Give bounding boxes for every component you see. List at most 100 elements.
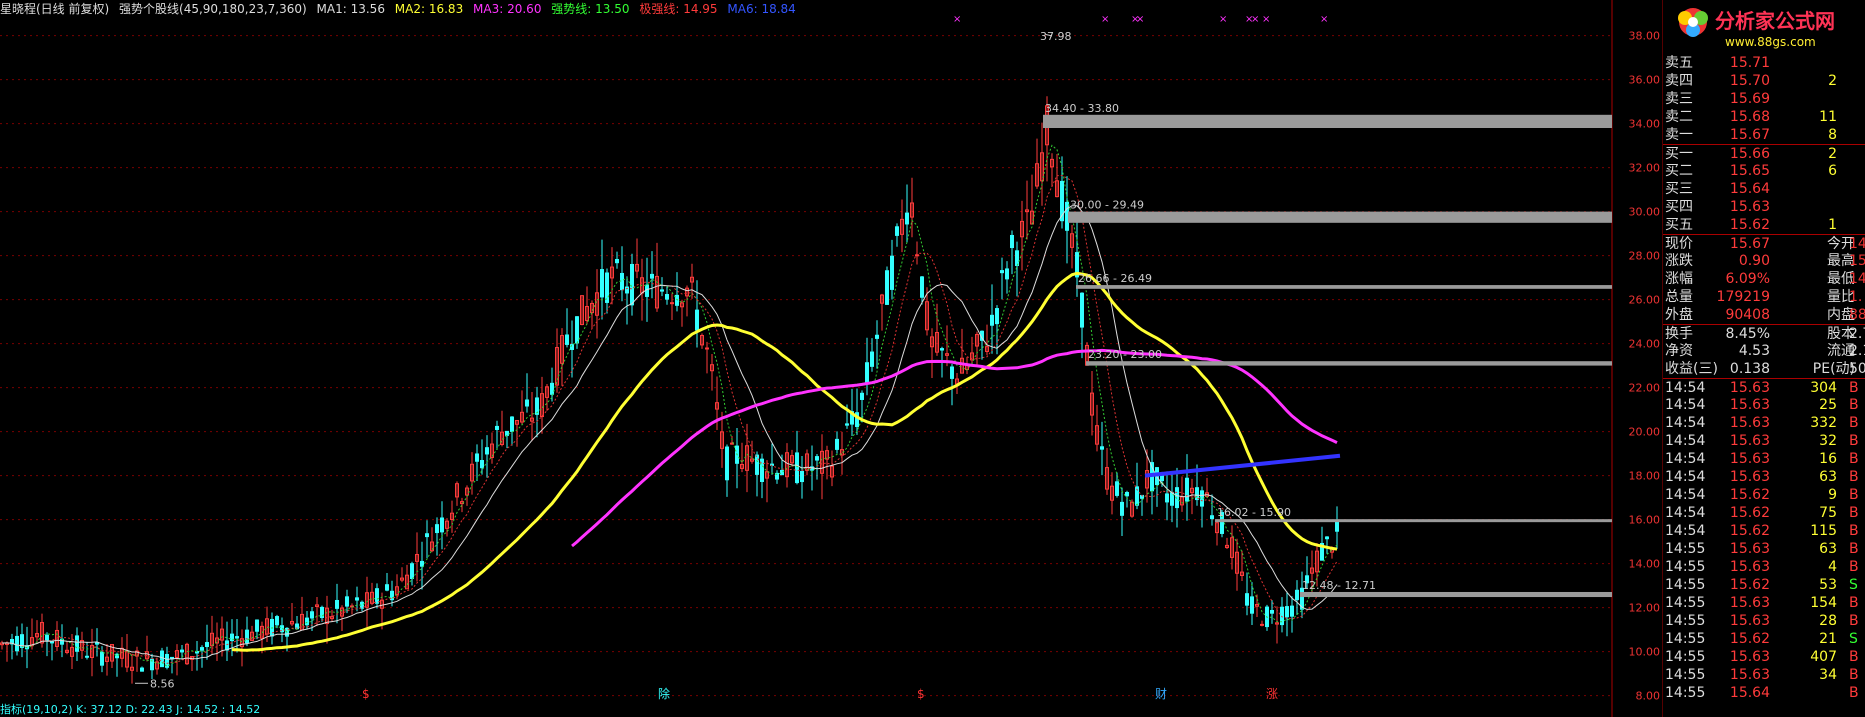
tick-row[interactable]: 14:54 15.62 75 B <box>1663 504 1865 522</box>
tick-row[interactable]: 14:54 15.63 32 B <box>1663 432 1865 450</box>
order-qty: 8 <box>1828 127 1837 143</box>
tick-volume: 154 <box>1810 595 1837 611</box>
tick-row[interactable]: 14:55 15.63 407 B <box>1663 648 1865 666</box>
order-label: 买一 <box>1665 146 1693 162</box>
order-label: 卖一 <box>1665 127 1693 143</box>
candle-body <box>885 270 889 305</box>
buy-order-row[interactable]: 买三 15.64 <box>1663 180 1865 198</box>
candle-body <box>660 289 664 292</box>
stat-value: 0.90 <box>1738 253 1770 269</box>
buy-order-row[interactable]: 买四 15.63 <box>1663 198 1865 216</box>
sell-order-row[interactable]: 卖三 15.69 <box>1663 90 1865 108</box>
tick-row[interactable]: 14:54 15.62 115 B <box>1663 522 1865 540</box>
tick-price: 15.63 <box>1729 451 1770 467</box>
candle-body <box>410 563 414 580</box>
tick-row[interactable]: 14:54 15.63 63 B <box>1663 468 1865 486</box>
stat-label-2: 量比 <box>1827 289 1855 305</box>
candle-body <box>1005 268 1009 280</box>
stat-row[interactable]: 总量 179219 量比 1. <box>1663 288 1865 306</box>
order-label: 买四 <box>1665 199 1693 215</box>
stat-label-2: 流通 <box>1827 343 1855 359</box>
buy-order-row[interactable]: 买一 15.66 2 <box>1663 144 1865 163</box>
buy-order-row[interactable]: 买五 15.62 1 <box>1663 216 1865 234</box>
candle-body <box>335 599 339 609</box>
tick-price: 15.63 <box>1729 415 1770 431</box>
candle-body <box>1335 520 1339 532</box>
tick-row[interactable]: 14:54 15.62 9 B <box>1663 486 1865 504</box>
tick-price: 15.62 <box>1729 523 1770 539</box>
tick-row[interactable]: 14:55 15.62 21 S <box>1663 630 1865 648</box>
tick-row[interactable]: 14:55 15.62 53 S <box>1663 576 1865 594</box>
stat-row[interactable]: 外盘 90408 内盘888 <box>1663 306 1865 324</box>
stat-row[interactable]: 涨幅 6.09% 最低14. <box>1663 270 1865 288</box>
candlestick-chart[interactable]: 38.00 36.00 34.00 32.00 30.00 28.00 26.00 24.00… <box>0 0 1663 717</box>
tick-price: 15.63 <box>1729 613 1770 629</box>
order-price: 15.70 <box>1729 73 1770 89</box>
order-label: 卖五 <box>1665 55 1693 71</box>
candle-body <box>160 650 164 668</box>
buy-order-row[interactable]: 买二 15.65 6 <box>1663 162 1865 180</box>
tick-row[interactable]: 14:55 15.63 154 B <box>1663 594 1865 612</box>
candle-body <box>575 316 579 344</box>
candle-body <box>100 651 104 666</box>
candle-body <box>875 334 879 339</box>
candle-body <box>1270 609 1274 614</box>
tick-row[interactable]: 14:55 15.63 63 B <box>1663 540 1865 558</box>
tick-price: 15.62 <box>1729 505 1770 521</box>
tick-side: B <box>1849 505 1859 521</box>
strong-line-value: 强势线: 13.50 <box>551 2 630 16</box>
sell-order-row[interactable]: 卖一 15.67 8 <box>1663 126 1865 144</box>
stat-row[interactable]: 净资 4.53 流通2.12 <box>1663 342 1865 360</box>
sell-order-row[interactable]: 卖四 15.70 2 <box>1663 72 1865 90</box>
tick-price: 15.63 <box>1729 469 1770 485</box>
candle-body <box>1185 477 1189 502</box>
tick-side: B <box>1849 613 1859 629</box>
tick-row[interactable]: 14:55 15.63 34 B <box>1663 666 1865 684</box>
candle-body <box>345 596 349 607</box>
tick-volume: 32 <box>1819 433 1837 449</box>
sell-order-row[interactable]: 卖二 15.68 11 <box>1663 108 1865 126</box>
tick-price: 15.63 <box>1729 649 1770 665</box>
tick-volume: 115 <box>1810 523 1837 539</box>
candle-body <box>15 635 19 652</box>
tick-side: B <box>1849 469 1859 485</box>
stat-row[interactable]: 收益(三) 0.138 PE(动) 50 <box>1663 360 1865 378</box>
support-zone <box>1076 285 1612 289</box>
stat-row[interactable]: 换手 8.45% 股本2.74 <box>1663 324 1865 343</box>
tick-row[interactable]: 14:54 15.63 25 B <box>1663 396 1865 414</box>
candle-body <box>75 635 79 652</box>
tick-volume: 304 <box>1810 380 1837 396</box>
tick-price: 15.63 <box>1729 380 1770 396</box>
tick-row[interactable]: 14:54 15.63 332 B <box>1663 414 1865 432</box>
stat-value: 0.138 <box>1729 361 1770 377</box>
candle-body <box>565 334 569 345</box>
tick-volume: 21 <box>1819 631 1837 647</box>
candle-body <box>990 314 994 326</box>
zone-label: 23.20 - 23.00 <box>1088 348 1162 361</box>
sell-order-row[interactable]: 卖五 15.71 <box>1663 54 1865 72</box>
candle-body <box>425 533 429 538</box>
tick-volume: 16 <box>1819 451 1837 467</box>
stat-value-2: 2.74 <box>1849 326 1865 342</box>
candle-body <box>620 272 624 291</box>
candle-body <box>480 460 484 469</box>
stat-row[interactable]: 现价 15.67 今开14. <box>1663 234 1865 253</box>
tick-row[interactable]: 14:55 15.64 B <box>1663 684 1865 702</box>
price-tick-label: 8.00 <box>1636 690 1661 703</box>
tick-row[interactable]: 14:55 15.63 4 B <box>1663 558 1865 576</box>
tick-row[interactable]: 14:54 15.63 16 B <box>1663 450 1865 468</box>
candle-body <box>870 351 874 367</box>
tick-price: 15.63 <box>1729 667 1770 683</box>
candle-body <box>355 597 359 601</box>
tick-side: B <box>1849 433 1859 449</box>
tick-price: 15.62 <box>1729 487 1770 503</box>
stat-row[interactable]: 涨跌 0.90 最高15. <box>1663 252 1865 270</box>
candle-body <box>1015 250 1019 267</box>
candle-body <box>305 617 309 626</box>
indicator-name[interactable]: 强势个股线(45,90,180,23,7,360) <box>119 2 307 16</box>
tick-side: B <box>1849 559 1859 575</box>
tick-row[interactable]: 14:55 15.63 28 B <box>1663 612 1865 630</box>
candle-body <box>550 382 554 395</box>
ma6-line <box>1144 453 1341 478</box>
tick-row[interactable]: 14:54 15.63 304 B <box>1663 378 1865 397</box>
